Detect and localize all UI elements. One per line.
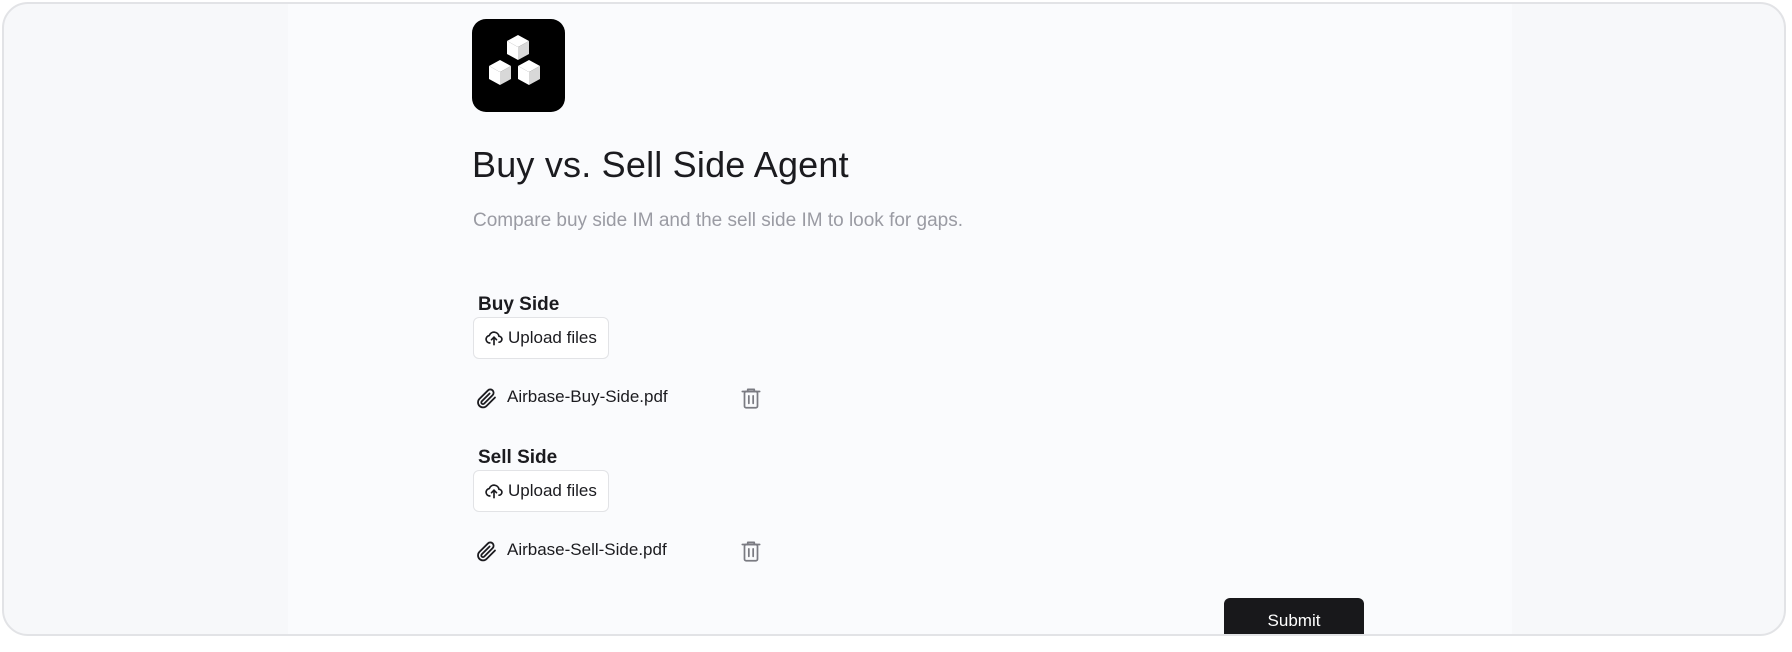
page-description: Compare buy side IM and the sell side IM…: [473, 210, 964, 231]
upload-button-label: Upload files: [508, 481, 597, 500]
cloud-upload-icon: [484, 481, 504, 501]
file-name[interactable]: Airbase-Sell-Side.pdf: [507, 540, 667, 560]
app-window: Buy vs. Sell Side Agent Compare buy side…: [2, 2, 1786, 636]
app-logo: [472, 19, 565, 112]
trash-icon[interactable]: [738, 385, 764, 411]
trash-icon[interactable]: [738, 538, 764, 564]
page-title: Buy vs. Sell Side Agent: [472, 144, 849, 185]
isometric-cubes-logo-icon: [489, 35, 540, 85]
sell-side-file-row: Airbase-Sell-Side.pdf: [474, 537, 774, 565]
upload-button-label: Upload files: [508, 328, 597, 347]
buy-side-file-row: Airbase-Buy-Side.pdf: [474, 384, 774, 412]
buy-side-label: Buy Side: [478, 294, 560, 315]
paperclip-icon: [474, 539, 498, 563]
paperclip-icon: [474, 386, 498, 410]
sell-side-upload-button[interactable]: Upload files: [473, 470, 609, 512]
submit-button[interactable]: Submit: [1224, 598, 1364, 634]
file-name[interactable]: Airbase-Buy-Side.pdf: [507, 387, 668, 407]
sell-side-label: Sell Side: [478, 447, 558, 468]
cloud-upload-icon: [484, 328, 504, 348]
buy-side-upload-button[interactable]: Upload files: [473, 317, 609, 359]
